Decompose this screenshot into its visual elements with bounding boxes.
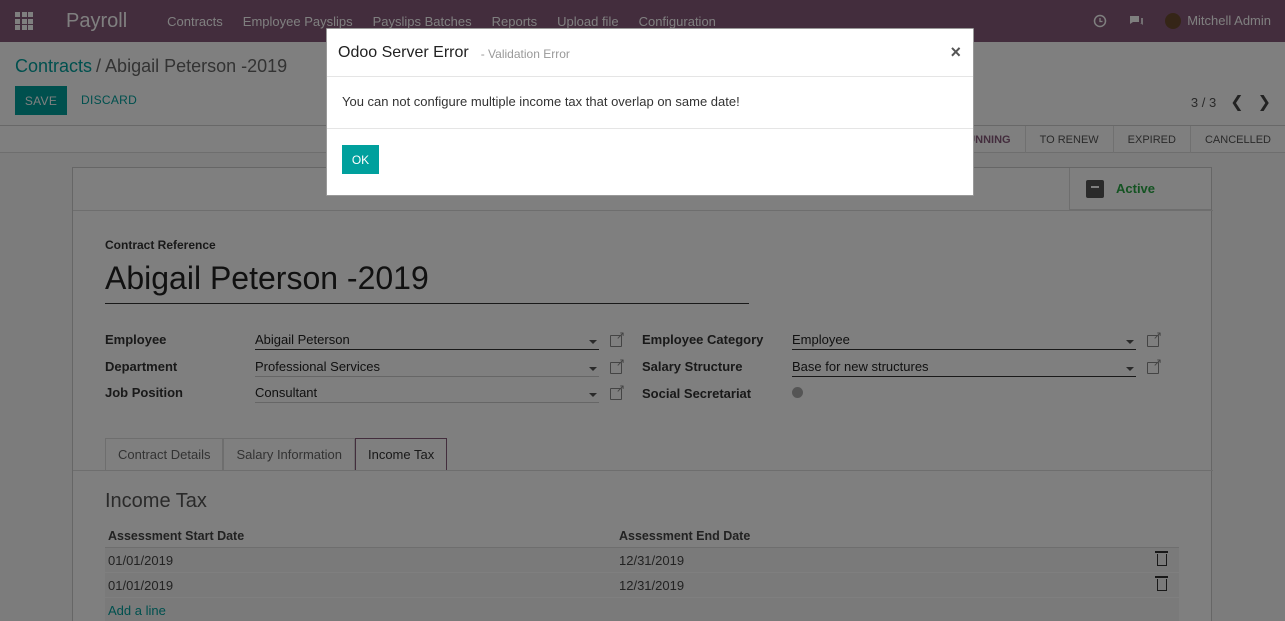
error-dialog: Odoo Server Error - Validation Error × Y…	[326, 28, 974, 196]
ok-button[interactable]: OK	[342, 145, 379, 174]
dialog-subtitle: - Validation Error	[480, 47, 570, 61]
dialog-message: You can not configure multiple income ta…	[327, 77, 973, 129]
dialog-title: Odoo Server Error	[338, 43, 469, 61]
dialog-footer: OK	[327, 129, 973, 190]
dialog-header: Odoo Server Error - Validation Error ×	[327, 29, 973, 77]
close-icon[interactable]: ×	[950, 42, 961, 63]
